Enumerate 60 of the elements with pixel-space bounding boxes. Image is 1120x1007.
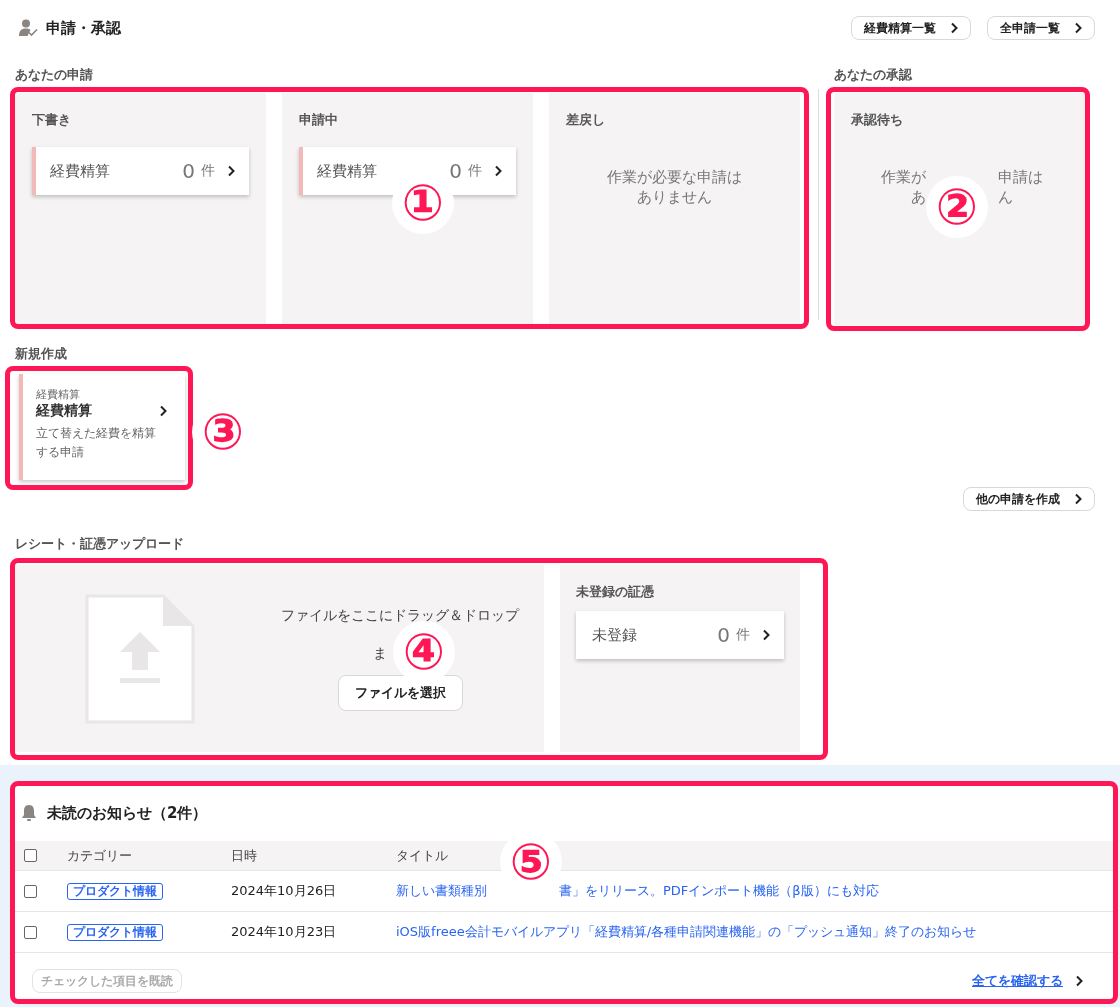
- chevron-right-icon: [159, 405, 167, 417]
- count: 0: [717, 623, 730, 647]
- template-name: 経費精算: [36, 402, 92, 420]
- count-unit: 件: [201, 162, 215, 180]
- list-button[interactable]: 経費精算一覧: [851, 16, 971, 40]
- chevron-right-icon: [494, 165, 502, 177]
- file-upload-icon: [85, 593, 195, 724]
- category-card[interactable]: 未登録 0 件: [576, 611, 784, 659]
- chevron-right-icon: [950, 22, 958, 34]
- category-card[interactable]: 経費精算 0 件: [32, 147, 249, 195]
- list-button[interactable]: 全申請一覧: [987, 16, 1095, 40]
- select-all-checkbox[interactable]: [24, 849, 37, 862]
- or-text: ま: [373, 644, 387, 663]
- date-cell-text: 2024年10月23日: [231, 923, 338, 941]
- empty-message: 作業が必要な申請は: [607, 167, 742, 187]
- panel-title: 承認待ち: [851, 111, 904, 129]
- row-checkbox[interactable]: [24, 884, 37, 898]
- count-unit: 件: [468, 162, 482, 180]
- column-header: 日時: [231, 846, 257, 865]
- notification-title: 未読のお知らせ（2件）: [47, 803, 208, 823]
- category-tag: プロダクト情報: [67, 882, 163, 900]
- notification-link[interactable]: 新しい書類種別: [396, 882, 487, 900]
- count-unit: 件: [736, 626, 750, 644]
- page-title: 申請・承認: [46, 18, 121, 38]
- empty-message: ありません: [637, 187, 712, 207]
- card-label: 経費精算: [317, 161, 377, 181]
- panel-title: 下書き: [32, 111, 72, 129]
- bell-icon: [21, 804, 37, 822]
- template-description: 立て替えた経費を精算する申請: [36, 425, 157, 461]
- empty-message: ん: [998, 187, 1013, 207]
- chevron-right-icon: [1074, 22, 1082, 34]
- date-cell-text: 2024年10月26日: [231, 882, 338, 900]
- section-label: あなたの申請: [15, 66, 94, 84]
- panel-title: 申請中: [299, 111, 339, 129]
- chevron-right-icon: [1074, 493, 1082, 505]
- card-label: 経費精算: [50, 161, 110, 181]
- create-other-button[interactable]: 他の申請を作成: [963, 487, 1095, 511]
- count: 0: [182, 159, 195, 183]
- chevron-right-icon: [227, 165, 235, 177]
- empty-message: あ: [911, 187, 926, 207]
- empty-message: 作業が: [881, 167, 926, 187]
- category-tag: プロダクト情報: [67, 923, 163, 941]
- section-label: あなたの承認: [834, 66, 913, 84]
- empty-message: 申請は: [998, 167, 1043, 187]
- view-all-link[interactable]: 全てを確認する: [972, 972, 1063, 990]
- chevron-right-icon: [1075, 975, 1083, 987]
- select-file-button[interactable]: ファイルを選択: [337, 674, 463, 711]
- chevron-right-icon: [762, 629, 770, 641]
- notification-link[interactable]: iOS版freee会計モバイルアプリ「経費精算/各種申請関連機能」の「プッシュ通知」終了のお知らせ: [396, 923, 977, 941]
- user-check-icon: [18, 19, 38, 37]
- section-label: 新規作成: [15, 345, 68, 363]
- section-label: レシート・証憑アップロード: [15, 535, 185, 553]
- panel-title: 差戻し: [566, 111, 606, 129]
- column-header: カテゴリー: [67, 846, 132, 865]
- panel-title: 未登録の証憑: [576, 583, 655, 601]
- column-header: タイトル: [396, 846, 448, 865]
- template-category: 経費精算: [36, 388, 81, 402]
- template-card[interactable]: 経費精算 経費精算 立て替えた経費を精算する申請: [19, 374, 185, 480]
- card-label: 未登録: [592, 625, 637, 645]
- row-checkbox[interactable]: [24, 925, 37, 939]
